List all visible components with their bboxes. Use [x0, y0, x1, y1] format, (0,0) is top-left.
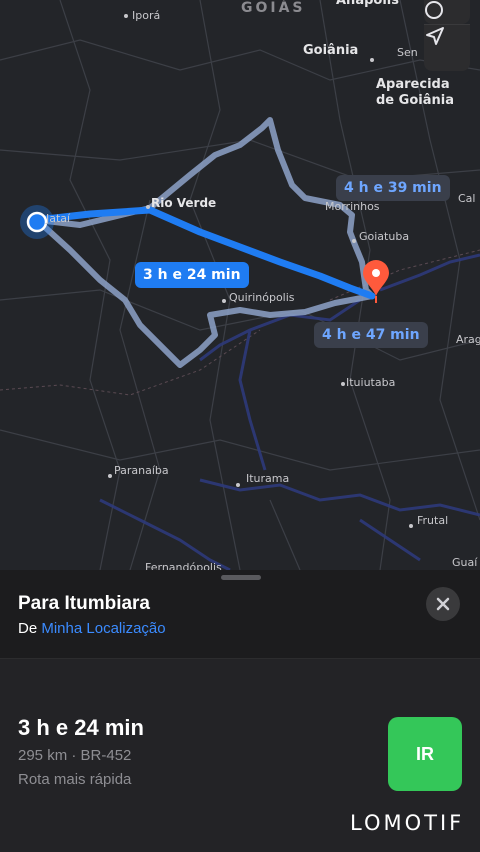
origin-line: De Minha Localização — [18, 620, 166, 637]
route-option[interactable]: 3 h e 24 min 295 km · BR-452 Rota mais r… — [0, 659, 480, 852]
destination-title: Para Itumbiara — [18, 593, 150, 614]
region-label: GOIÁS — [241, 0, 306, 16]
city-arag: Arag — [456, 333, 480, 346]
origin-prefix: De — [18, 620, 38, 637]
city-cal: Cal — [458, 192, 476, 205]
city-sen: Sen — [397, 46, 418, 59]
close-icon — [436, 597, 450, 611]
city-goiania: Goiânia — [303, 43, 359, 58]
directions-sheet: Para Itumbiara De Minha Localização 3 h … — [0, 570, 480, 852]
city-morrinhos: Morrinhos — [325, 200, 380, 213]
map-view[interactable]: GOIÁS Iporá Anápolis Goiânia Sen Apareci… — [0, 0, 480, 570]
city-dot — [146, 205, 150, 209]
city-fernandopolis: Fernandópolis — [145, 561, 222, 570]
watermark: LOMOTIF — [350, 811, 465, 835]
city-paranaiba: Paranaíba — [114, 464, 169, 477]
city-dot — [352, 239, 356, 243]
city-dot — [236, 483, 240, 487]
city-dot — [341, 382, 345, 386]
route-time-primary[interactable]: 3 h e 24 min — [135, 262, 249, 288]
close-button[interactable] — [426, 587, 460, 621]
city-anapolis: Anápolis — [336, 0, 399, 8]
city-dot — [222, 299, 226, 303]
city-guai: Guaí — [452, 556, 478, 569]
route-duration: 3 h e 24 min — [18, 715, 144, 740]
info-button[interactable] — [424, 0, 470, 24]
route-time-alt-south[interactable]: 4 h e 47 min — [314, 322, 428, 348]
city-dot — [370, 58, 374, 62]
city-rio-verde: Rio Verde — [151, 196, 217, 210]
city-frutal: Frutal — [417, 514, 449, 527]
info-icon — [425, 1, 443, 19]
city-iturama: Iturama — [246, 472, 290, 485]
city-jatai: Jataí — [46, 212, 71, 225]
city-aparecida: Aparecida de Goiânia — [376, 77, 454, 108]
city-goiatuba: Goiatuba — [359, 230, 410, 243]
city-dot — [409, 524, 413, 528]
sheet-grabber[interactable] — [221, 575, 261, 580]
city-dot — [108, 474, 112, 478]
city-quirinopolis: Quirinópolis — [229, 291, 295, 304]
route-time-alt-north[interactable]: 4 h e 39 min — [336, 175, 450, 201]
city-dot — [124, 14, 128, 18]
location-button[interactable] — [424, 24, 470, 71]
city-ipora: Iporá — [132, 9, 161, 22]
origin-link[interactable]: Minha Localização — [41, 620, 165, 637]
location-arrow-icon — [426, 27, 444, 45]
route-description: Rota mais rápida — [18, 771, 132, 788]
route-distance: 295 km · BR-452 — [18, 747, 132, 764]
city-ituiutaba: Ituiutaba — [346, 376, 396, 389]
go-button[interactable]: IR — [388, 717, 462, 791]
